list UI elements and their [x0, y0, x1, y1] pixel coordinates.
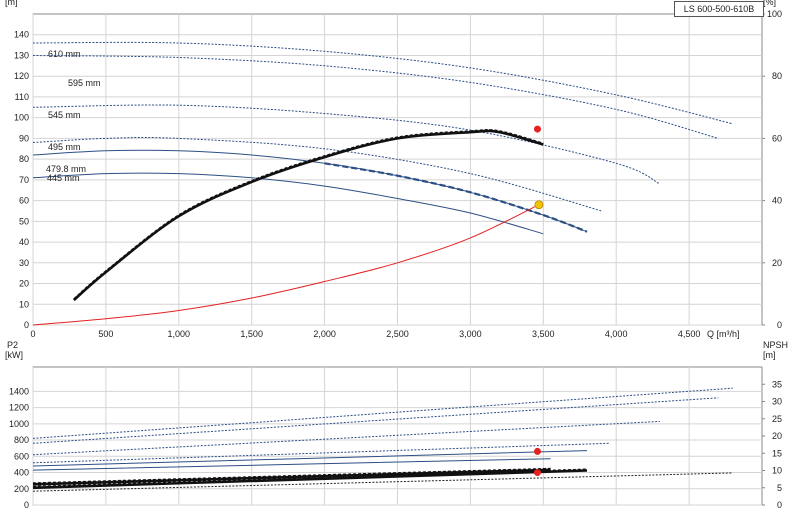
y-axis-unit: [kW]: [5, 350, 23, 360]
x-tick-label: 1,500: [240, 329, 263, 339]
y-axis-unit: [m]: [5, 0, 18, 7]
y-tick-label: 50: [19, 216, 29, 226]
p2-point-marker: [533, 447, 541, 455]
y-tick-label: 80: [19, 154, 29, 164]
y2-tick-label: 15: [772, 448, 782, 458]
y2-axis-unit: [m]: [763, 350, 776, 360]
duty-point-marker: [534, 200, 544, 210]
y-tick-label: 140: [14, 30, 29, 40]
y-tick-label: 0: [24, 500, 29, 510]
y-tick-label: 40: [19, 237, 29, 247]
y-tick-label: 60: [19, 196, 29, 206]
eta-point-marker: [533, 125, 541, 133]
y-tick-label: 20: [19, 279, 29, 289]
y-tick-label: 120: [14, 71, 29, 81]
y2-tick-label: 35: [772, 379, 782, 389]
y-tick-label: 0: [24, 320, 29, 330]
x-tick-label: 3,000: [459, 329, 482, 339]
y2-tick-label: 5: [777, 483, 782, 493]
head-chart: 0 10 20 30 40 50 60 70 80 90 100 110 120 130 140 0 20 40 6…: [5, 0, 782, 339]
power-npsh-chart: 0 200 400 600 800 1000 1200 1400 0 5 10 15 20 25 30 35 P…: [5, 340, 788, 510]
y-tick-label: 100: [14, 113, 29, 123]
y-tick-label: 1400: [9, 386, 29, 396]
y2-tick-label: 20: [772, 258, 782, 268]
y-tick-label: 10: [19, 299, 29, 309]
x-tick-label: 2,000: [313, 329, 336, 339]
x-tick-label: 4,500: [678, 329, 701, 339]
y-tick-label: 30: [19, 258, 29, 268]
y2-tick-label: 30: [772, 397, 782, 407]
y2-tick-label: 0: [777, 320, 782, 330]
y-tick-label: 600: [14, 451, 29, 461]
x-tick-label: 3,500: [532, 329, 555, 339]
y2-tick-label: 60: [772, 133, 782, 143]
y2-tick-label: 25: [772, 414, 782, 424]
y-tick-label: 130: [14, 50, 29, 60]
y2-tick-label: 40: [772, 196, 782, 206]
x-tick-label: 2,500: [386, 329, 409, 339]
diameter-label: 445 mm: [47, 173, 80, 183]
y-tick-label: 400: [14, 468, 29, 478]
y-tick-label: 1000: [9, 419, 29, 429]
x-axis-label: Q [m³/h]: [707, 329, 740, 339]
y2-tick-label: 0: [777, 500, 782, 510]
y2-tick-label: 10: [772, 466, 782, 476]
x-tick-label: 4,000: [605, 329, 628, 339]
pump-model-title: LS 600-500-610B: [674, 1, 764, 17]
x-tick-label: 1,000: [168, 329, 191, 339]
y-tick-label: 200: [14, 484, 29, 494]
x-tick-label: 500: [98, 329, 113, 339]
x-tick-label: 0: [30, 329, 35, 339]
y2-tick-label: 80: [772, 71, 782, 81]
y-tick-label: 70: [19, 175, 29, 185]
y-axis-label: P2: [7, 340, 18, 350]
y2-tick-label: 20: [772, 431, 782, 441]
diameter-label: 545 mm: [48, 110, 81, 120]
diameter-label: 595 mm: [68, 78, 101, 88]
pump-performance-chart: 0102030405060708090100110120130140020406…: [5, 0, 788, 510]
diameter-label: 495 mm: [48, 142, 81, 152]
y-tick-label: 1200: [9, 403, 29, 413]
y-tick-label: 800: [14, 435, 29, 445]
y-tick-label: 110: [15, 92, 29, 102]
y2-axis-unit: [%]: [763, 0, 776, 7]
diameter-label: 610 mm: [48, 49, 81, 59]
y-tick-label: 90: [19, 133, 29, 143]
y2-axis-label: NPSH: [763, 340, 788, 350]
y2-tick-label: 100: [767, 9, 782, 19]
npsh-point-marker: [533, 469, 541, 477]
